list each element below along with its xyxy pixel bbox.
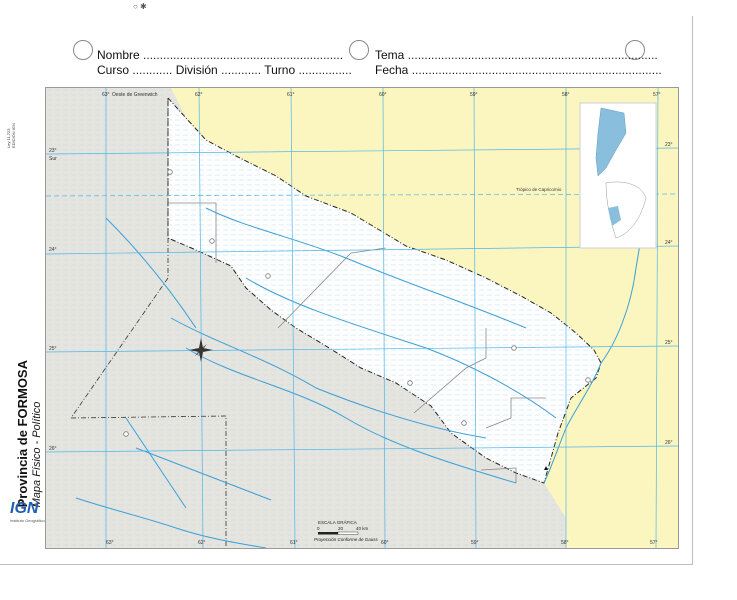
svg-text:57°: 57°: [653, 92, 661, 98]
svg-text:25°: 25°: [49, 346, 57, 352]
map-area[interactable]: Trópico de Capricornio Oeste de Greenwic…: [45, 87, 679, 549]
curso-row: Curso ............ División ............…: [97, 63, 352, 77]
svg-text:24°: 24°: [49, 247, 57, 253]
binder-hole-middle: [349, 40, 369, 60]
svg-text:20: 20: [338, 526, 344, 531]
binder-hole-left: [73, 40, 93, 60]
svg-text:25°: 25°: [665, 340, 673, 346]
map-subtitle: Mapa Físico - Político: [31, 401, 43, 508]
division-line[interactable]: ............: [221, 63, 261, 77]
map-title: Provincia de FORMOSA Mapa Físico - Polít…: [15, 360, 44, 508]
tema-line: ........................................…: [407, 48, 658, 62]
svg-text:Sur: Sur: [49, 156, 57, 162]
legal-notice: Ley 11.723 EDICIÓN IGN: [6, 123, 16, 148]
svg-text:26°: 26°: [665, 440, 673, 446]
svg-text:63°: 63°: [106, 540, 114, 546]
svg-text:59°: 59°: [471, 540, 479, 546]
fecha-line: ........................................…: [411, 63, 662, 77]
nombre-line: ........................................…: [143, 48, 344, 62]
tema-label: Tema: [375, 48, 405, 62]
svg-text:62°: 62°: [195, 92, 203, 98]
svg-text:23°: 23°: [665, 142, 673, 148]
svg-text:Proyección Conforme de Gauss: Proyección Conforme de Gauss: [314, 537, 379, 542]
turno-label: Turno: [264, 63, 296, 77]
top-mark: ○ ✱: [133, 2, 147, 11]
svg-text:40 km: 40 km: [356, 526, 369, 531]
svg-text:24°: 24°: [665, 240, 673, 246]
tema-field[interactable]: Tema ...................................…: [375, 48, 658, 62]
svg-text:63°: 63°: [102, 92, 110, 98]
svg-text:Oeste de Greenwich: Oeste de Greenwich: [112, 92, 158, 98]
fecha-label: Fecha: [375, 63, 409, 77]
svg-text:57°: 57°: [650, 540, 658, 546]
svg-text:26°: 26°: [49, 446, 57, 452]
svg-text:61°: 61°: [287, 92, 295, 98]
svg-text:58°: 58°: [562, 92, 570, 98]
svg-text:58°: 58°: [561, 540, 569, 546]
nombre-field[interactable]: Nombre .................................…: [97, 48, 343, 62]
division-label: División: [175, 63, 218, 77]
svg-text:23°: 23°: [49, 148, 57, 154]
svg-text:60°: 60°: [379, 92, 387, 98]
svg-text:59°: 59°: [470, 92, 478, 98]
turno-line[interactable]: ................: [298, 63, 351, 77]
fecha-field[interactable]: Fecha ..................................…: [375, 63, 662, 77]
location-inset: [579, 102, 657, 249]
svg-text:62°: 62°: [198, 540, 206, 546]
curso-line[interactable]: ............: [132, 63, 172, 77]
svg-text:60°: 60°: [381, 540, 389, 546]
svg-text:61°: 61°: [290, 540, 298, 546]
tropic-label: Trópico de Capricornio: [516, 187, 562, 192]
nombre-label: Nombre: [97, 48, 140, 62]
province-title: Provincia de FORMOSA: [15, 360, 30, 508]
svg-text:ESCALA GRÁFICA: ESCALA GRÁFICA: [318, 519, 357, 525]
curso-label: Curso: [97, 63, 130, 77]
